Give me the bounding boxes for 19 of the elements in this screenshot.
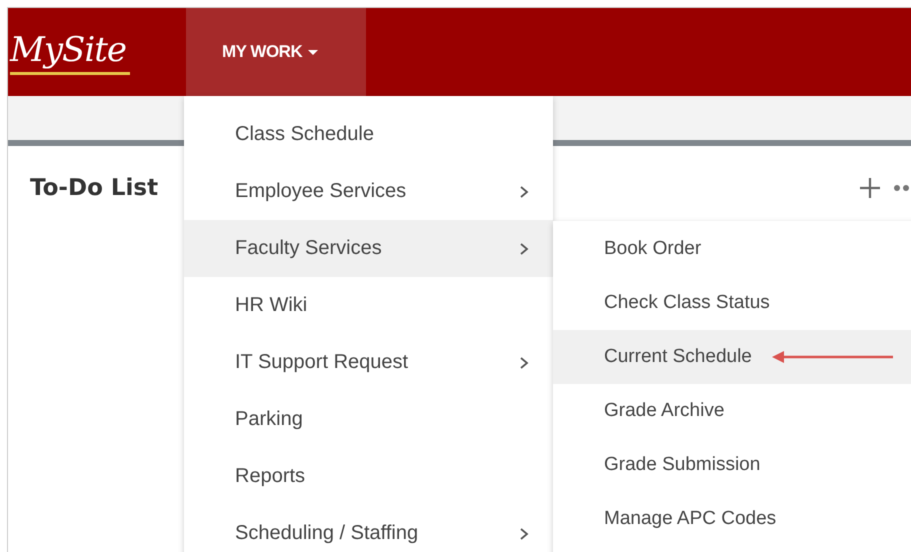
submenu-item[interactable]: Book Order <box>553 222 911 276</box>
site-logo[interactable]: MySite <box>10 30 130 74</box>
menu-item[interactable]: Scheduling / Staffing <box>184 505 553 552</box>
menu-item[interactable]: IT Support Request <box>184 334 553 391</box>
submenu-item[interactable]: Manage APC Codes <box>553 492 911 546</box>
submenu-item[interactable]: Grade Submission <box>553 438 911 492</box>
menu-item[interactable]: Reports <box>184 448 553 505</box>
menu-item[interactable]: Faculty Services <box>184 220 553 277</box>
caret-icon <box>308 50 318 54</box>
panel-title: To-Do List <box>30 175 158 201</box>
menu-item[interactable]: Class Schedule <box>184 106 553 163</box>
plus-icon[interactable] <box>859 177 881 199</box>
submenu-item[interactable]: Check Class Status <box>553 276 911 330</box>
submenu-item[interactable]: Grade Archive <box>553 384 911 438</box>
menu-item[interactable]: HR Wiki <box>184 277 553 334</box>
menu-item[interactable]: Parking <box>184 391 553 448</box>
menu-item[interactable]: Employee Services <box>184 163 553 220</box>
submenu-item[interactable]: Current Schedule <box>553 330 911 384</box>
nav-menu-button[interactable]: MY WORK <box>186 8 366 96</box>
